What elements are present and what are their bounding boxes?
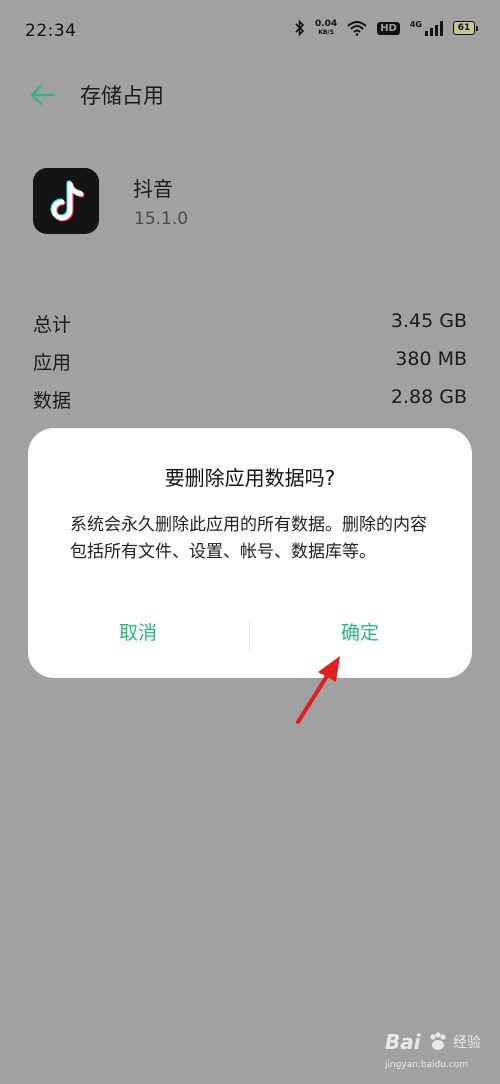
confirm-dialog: 要删除应用数据吗? 系统会永久删除此应用的所有数据。删除的内容包括所有文件、设置… — [28, 428, 472, 678]
watermark-url: jingyan.baidu.com — [385, 1060, 469, 1070]
cell-label: 4G — [409, 20, 422, 29]
back-arrow-icon[interactable] — [30, 83, 56, 107]
watermark-logo: Bai — [385, 1030, 421, 1054]
dialog-message: 系统会永久删除此应用的所有数据。删除的内容包括所有文件、设置、帐号、数据库等。 — [70, 515, 427, 562]
storage-row-app: 应用 380 MB — [33, 348, 467, 384]
wifi-icon — [347, 21, 367, 36]
storage-row-label: 总计 — [33, 314, 72, 336]
watermark-text: 经验 — [453, 1035, 481, 1051]
confirm-button[interactable]: 确定 — [260, 618, 460, 645]
storage-row-label: 数据 — [33, 390, 72, 412]
cell-signal-icon: 4G — [410, 20, 443, 36]
storage-row-value: 380 MB — [395, 348, 467, 370]
annotation-arrow-icon — [296, 656, 340, 724]
button-divider — [249, 622, 250, 652]
storage-row-label: 应用 — [33, 352, 72, 374]
status-icons: 0.04 KB/S HD 4G 61 — [295, 20, 478, 36]
storage-row-data: 数据 2.88 GB — [33, 386, 467, 422]
hd-badge: HD — [377, 21, 400, 35]
bluetooth-icon — [295, 20, 305, 36]
storage-row-value: 2.88 GB — [390, 386, 467, 408]
baidu-jingyan-watermark: Bai 经验 jingyan.baidu.com — [385, 1030, 495, 1080]
cancel-button[interactable]: 取消 — [38, 618, 238, 645]
app-name: 抖音 — [133, 177, 173, 201]
status-time: 22:34 — [25, 21, 77, 41]
dialog-title: 要删除应用数据吗? — [164, 466, 336, 490]
status-bar: 22:34 0.04 KB/S HD 4G 61 — [0, 0, 500, 62]
net-speed-value: 0.04 — [314, 19, 338, 29]
paw-icon — [430, 1032, 446, 1050]
page-title: 存储占用 — [80, 84, 164, 108]
net-speed: 0.04 KB/S — [314, 19, 338, 37]
battery-icon: 61 — [453, 21, 478, 35]
douyin-app-icon — [33, 168, 99, 234]
storage-row-total: 总计 3.45 GB — [33, 310, 467, 346]
net-speed-unit: KB/S — [318, 29, 334, 36]
app-version: 15.1.0 — [134, 209, 189, 229]
page-header: 存储占用 — [0, 70, 500, 120]
storage-row-value: 3.45 GB — [390, 310, 467, 332]
battery-level: 61 — [453, 21, 475, 35]
